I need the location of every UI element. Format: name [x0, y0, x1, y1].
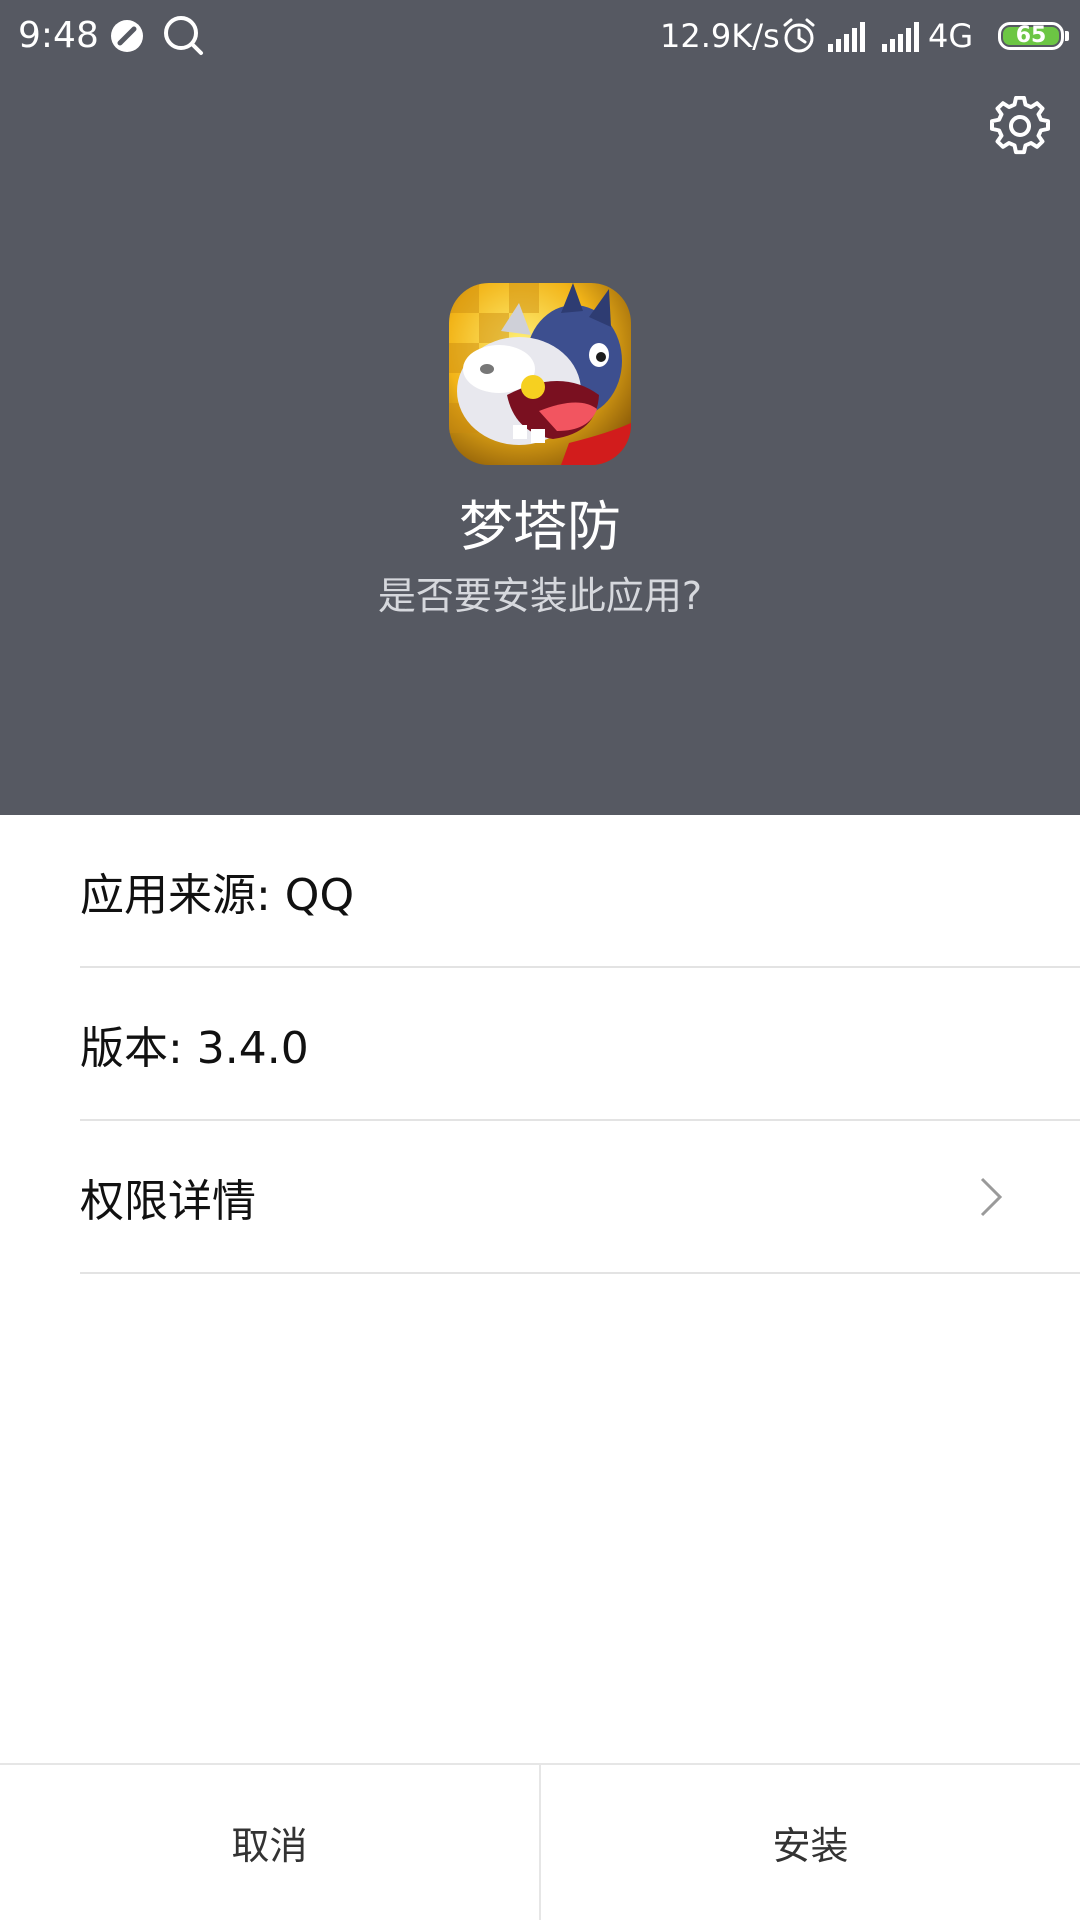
install-question: 是否要安装此应用?	[377, 574, 703, 618]
install-button[interactable]: 安装	[539, 1765, 1080, 1920]
app-version-row: 版本: 3.4.0	[80, 968, 1080, 1121]
status-bar: 9:48 12.9K/s 4G 65	[0, 0, 1080, 72]
search-icon	[164, 16, 203, 55]
signal-icon	[882, 22, 919, 52]
app-source-row: 应用来源: QQ	[80, 815, 1080, 968]
app-source-text: 应用来源: QQ	[80, 869, 355, 921]
cancel-button[interactable]: 取消	[0, 1765, 539, 1920]
action-bar: 取消 安装	[0, 1763, 1080, 1920]
app-header: 9:48 12.9K/s 4G 65 梦塔防 是否要安装此应用?	[0, 0, 1080, 815]
no-disturb-icon	[111, 20, 143, 52]
app-icon	[449, 283, 631, 465]
permissions-label: 权限详情	[80, 1175, 256, 1227]
battery-level: 65	[1015, 23, 1047, 48]
alarm-icon	[783, 18, 815, 53]
permissions-row[interactable]: 权限详情	[80, 1121, 1080, 1274]
battery-fill: 65	[1003, 23, 1059, 48]
network-speed: 12.9K/s	[660, 17, 780, 55]
battery-icon: 65	[998, 22, 1064, 50]
gear-icon[interactable]	[990, 96, 1050, 156]
status-time: 9:48	[18, 15, 99, 56]
network-type: 4G	[928, 17, 974, 55]
battery-nub	[1065, 31, 1069, 41]
app-name: 梦塔防	[459, 495, 621, 558]
app-version-text: 版本: 3.4.0	[80, 1022, 309, 1074]
signal-icon	[828, 22, 865, 52]
chevron-right-icon	[980, 1177, 1003, 1216]
